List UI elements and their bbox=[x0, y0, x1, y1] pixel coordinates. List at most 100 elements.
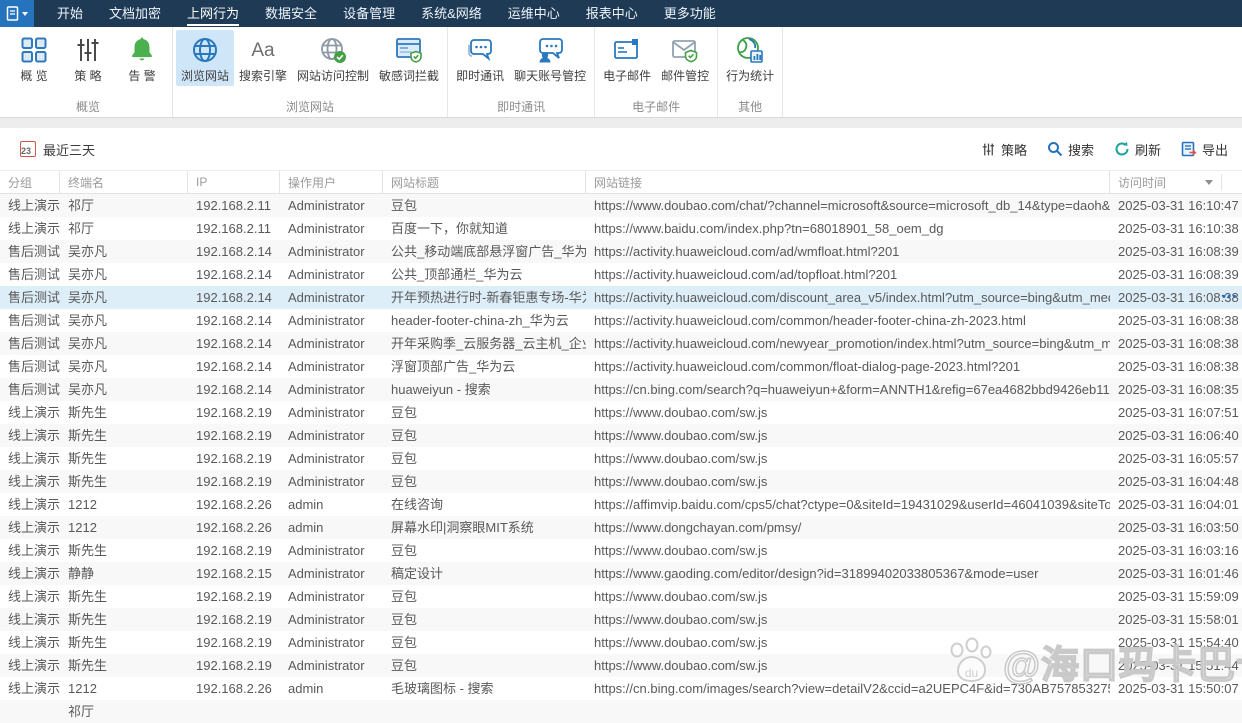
menu-item-5[interactable]: 系统&网络 bbox=[408, 0, 495, 27]
row-actions-dots-icon[interactable]: ••• bbox=[1222, 286, 1238, 309]
cell-terminal: 祁厅 bbox=[60, 700, 188, 723]
table-row[interactable]: 线上演示斯先生192.168.2.19Administrator豆包https:… bbox=[0, 654, 1242, 677]
cell-url: https://www.doubao.com/chat/?channel=mic… bbox=[586, 194, 1110, 217]
menu-item-7[interactable]: 报表中心 bbox=[573, 0, 651, 27]
table-row[interactable]: 线上演示斯先生192.168.2.19Administrator豆包https:… bbox=[0, 539, 1242, 562]
menu-item-3[interactable]: 数据安全 bbox=[252, 0, 330, 27]
table-row[interactable]: 线上演示斯先生192.168.2.19Administrator豆包https:… bbox=[0, 401, 1242, 424]
column-header-group[interactable]: 分组 bbox=[0, 171, 60, 193]
table-row[interactable]: 售后测试机吴亦凡192.168.2.14Administrator开年预热进行时… bbox=[0, 286, 1242, 309]
menu-item-1[interactable]: 文档加密 bbox=[96, 0, 174, 27]
ribbon-item-overview-grid[interactable]: 概 览 bbox=[7, 30, 61, 86]
cell-group: 线上演示 bbox=[0, 562, 60, 585]
date-filter[interactable]: 23 最近三天 bbox=[20, 140, 95, 159]
cell-terminal: 吴亦凡 bbox=[60, 240, 188, 263]
table-row[interactable]: 售后测试机吴亦凡192.168.2.14Administrator开年采购季_云… bbox=[0, 332, 1242, 355]
menu-item-4[interactable]: 设备管理 bbox=[330, 0, 408, 27]
cell-ip: 192.168.2.26 bbox=[188, 516, 280, 539]
cell-group: 线上演示 bbox=[0, 424, 60, 447]
ribbon-item-email[interactable]: 电子邮件 bbox=[598, 30, 656, 86]
cell-title: 屏幕水印|洞察眼MIT系统 bbox=[383, 516, 586, 539]
table-row[interactable]: 售后测试机吴亦凡192.168.2.14Administrator公共_顶部通栏… bbox=[0, 263, 1242, 286]
im-chat-icon bbox=[465, 32, 495, 68]
app-menu-button[interactable] bbox=[0, 0, 34, 27]
sort-caret-icon[interactable] bbox=[1205, 180, 1213, 185]
cell-title bbox=[383, 700, 586, 723]
cell-url: https://www.baidu.com/index.php?tn=68018… bbox=[586, 217, 1110, 240]
cell-url: https://activity.huaweicloud.com/ad/wmfl… bbox=[586, 240, 1110, 263]
toolbar-action-search[interactable]: 搜索 bbox=[1047, 140, 1094, 159]
menu-item-2[interactable]: 上网行为 bbox=[174, 0, 252, 27]
column-header-ip[interactable]: IP bbox=[188, 171, 280, 193]
ribbon-item-alert-bell[interactable]: 告 警 bbox=[115, 30, 169, 86]
ribbon-group-label: 浏览网站 bbox=[176, 99, 444, 115]
table-row[interactable]: 售后测试机吴亦凡192.168.2.14Administrator浮窗顶部广告_… bbox=[0, 355, 1242, 378]
cell-group: 售后测试机 bbox=[0, 286, 60, 309]
menu-item-8[interactable]: 更多功能 bbox=[651, 0, 729, 27]
ribbon-item-sensitive-word-block[interactable]: 敏感词拦截 bbox=[374, 30, 444, 86]
table-row[interactable]: 线上演示斯先生192.168.2.19Administrator豆包https:… bbox=[0, 447, 1242, 470]
cell-group: 线上演示 bbox=[0, 608, 60, 631]
cell-time: 2025-03-31 16:08:35 bbox=[1110, 378, 1242, 401]
ribbon-item-site-access-control[interactable]: 网站访问控制 bbox=[292, 30, 374, 86]
column-header-label: 分组 bbox=[8, 174, 32, 191]
table-row[interactable]: 祁厅 bbox=[0, 700, 1242, 723]
cell-user bbox=[280, 700, 383, 723]
table-row[interactable]: 售后测试机吴亦凡192.168.2.14Administratorhuaweiy… bbox=[0, 378, 1242, 401]
table-row[interactable]: 线上演示静静192.168.2.15Administrator稿定设计https… bbox=[0, 562, 1242, 585]
cell-group: 线上演示 bbox=[0, 493, 60, 516]
table-row[interactable]: 线上演示1212192.168.2.26admin毛玻璃图标 - 搜索https… bbox=[0, 677, 1242, 700]
ribbon-group-label: 电子邮件 bbox=[598, 99, 714, 115]
table-row[interactable]: 售后测试机吴亦凡192.168.2.14Administrator公共_移动端底… bbox=[0, 240, 1242, 263]
table-row[interactable]: 线上演示1212192.168.2.26admin屏幕水印|洞察眼MIT系统ht… bbox=[0, 516, 1242, 539]
ribbon-item-mail-control[interactable]: 邮件管控 bbox=[656, 30, 714, 86]
toolbar-action-policy-sliders-sm[interactable]: 策略 bbox=[981, 140, 1027, 159]
table-row[interactable]: 线上演示祁厅192.168.2.11Administrator豆包https:/… bbox=[0, 194, 1242, 217]
cell-title: 豆包 bbox=[383, 585, 586, 608]
cell-time: 2025-03-31 16:07:51 bbox=[1110, 401, 1242, 424]
column-header-user[interactable]: 操作用户 bbox=[280, 171, 383, 193]
cell-terminal: 斯先生 bbox=[60, 585, 188, 608]
table-row[interactable]: 线上演示斯先生192.168.2.19Administrator豆包https:… bbox=[0, 631, 1242, 654]
table-row[interactable]: 线上演示斯先生192.168.2.19Administrator豆包https:… bbox=[0, 424, 1242, 447]
cell-user: Administrator bbox=[280, 447, 383, 470]
date-filter-label: 最近三天 bbox=[43, 140, 95, 159]
ribbon-item-behavior-stats[interactable]: 行为统计 bbox=[721, 30, 779, 86]
cell-group: 线上演示 bbox=[0, 516, 60, 539]
table-row[interactable]: 售后测试机吴亦凡192.168.2.14Administratorheader-… bbox=[0, 309, 1242, 332]
cell-title: 百度一下，你就知道 bbox=[383, 217, 586, 240]
table-row[interactable]: 线上演示斯先生192.168.2.19Administrator豆包https:… bbox=[0, 585, 1242, 608]
cell-time: 2025-03-31 16:10:47 bbox=[1110, 194, 1242, 217]
ribbon-item-search-engine[interactable]: Aa搜索引擎 bbox=[234, 30, 292, 86]
ribbon-item-im-chat[interactable]: 即时通讯 bbox=[451, 30, 509, 86]
cell-time: 2025-03-31 16:03:50 bbox=[1110, 516, 1242, 539]
column-header-url[interactable]: 网站链接 bbox=[586, 171, 1110, 193]
cell-user: Administrator bbox=[280, 240, 383, 263]
column-header-title[interactable]: 网站标题 bbox=[383, 171, 586, 193]
cell-group: 线上演示 bbox=[0, 677, 60, 700]
cell-user: Administrator bbox=[280, 562, 383, 585]
cell-time: 2025-03-31 16:03:16 bbox=[1110, 539, 1242, 562]
menu-item-6[interactable]: 运维中心 bbox=[495, 0, 573, 27]
cell-ip: 192.168.2.14 bbox=[188, 378, 280, 401]
toolbar-action-refresh[interactable]: 刷新 bbox=[1114, 140, 1161, 159]
table-row[interactable]: 线上演示斯先生192.168.2.19Administrator豆包https:… bbox=[0, 470, 1242, 493]
toolbar-action-export[interactable]: 导出 bbox=[1181, 140, 1228, 159]
table-row[interactable]: 线上演示斯先生192.168.2.19Administrator豆包https:… bbox=[0, 608, 1242, 631]
column-header-terminal[interactable]: 终端名 bbox=[60, 171, 188, 193]
menu-item-0[interactable]: 开始 bbox=[44, 0, 96, 27]
cell-url: https://affimvip.baidu.com/cps5/chat?cty… bbox=[586, 493, 1110, 516]
ribbon-item-policy-sliders[interactable]: 策 略 bbox=[61, 30, 115, 86]
cell-terminal: 斯先生 bbox=[60, 608, 188, 631]
ribbon-groups: 概 览策 略告 警概览浏览网站Aa搜索引擎网站访问控制敏感词拦截浏览网站即时通讯… bbox=[4, 27, 783, 117]
table-row[interactable]: 线上演示1212192.168.2.26admin在线咨询https://aff… bbox=[0, 493, 1242, 516]
cell-url: https://cn.bing.com/images/search?view=d… bbox=[586, 677, 1110, 700]
ribbon-item-browse-globe[interactable]: 浏览网站 bbox=[176, 30, 234, 86]
ribbon-item-chat-account[interactable]: 聊天账号管控 bbox=[509, 30, 591, 86]
cell-time: 2025-03-31 16:08:39 bbox=[1110, 240, 1242, 263]
cell-url: https://www.doubao.com/sw.js bbox=[586, 608, 1110, 631]
cell-title: 豆包 bbox=[383, 424, 586, 447]
column-header-time[interactable]: 访问时间 bbox=[1110, 171, 1242, 193]
policy-sliders-icon bbox=[74, 32, 102, 68]
table-row[interactable]: 线上演示祁厅192.168.2.11Administrator百度一下，你就知道… bbox=[0, 217, 1242, 240]
